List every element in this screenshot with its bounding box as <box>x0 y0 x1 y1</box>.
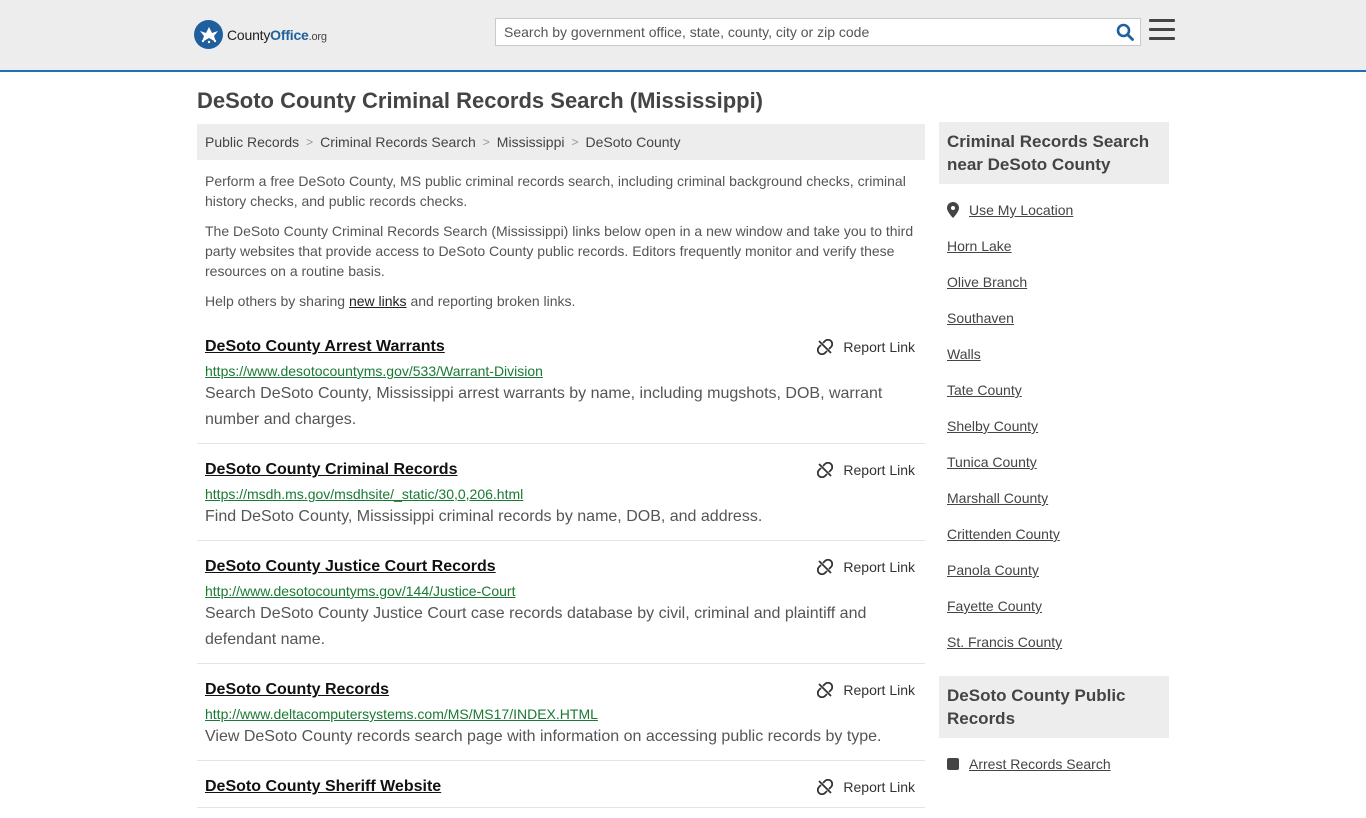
report-link-button[interactable]: Report Link <box>817 339 915 355</box>
arrest-records-search-link[interactable]: Arrest Records Search <box>969 756 1111 772</box>
use-my-location-link[interactable]: Use My Location <box>969 202 1073 218</box>
breadcrumb-public-records[interactable]: Public Records <box>205 134 299 150</box>
report-link-label: Report Link <box>843 682 915 698</box>
record-item: DeSoto County Justice Court Records Repo… <box>197 551 925 664</box>
nearby-list: Use My Location Horn Lake Olive Branch S… <box>939 184 1169 660</box>
intro-report-text: and reporting broken links. <box>406 293 576 309</box>
record-item: DeSoto County Arrest Warrants Report Lin… <box>197 331 925 444</box>
logo-text: CountyOffice.org <box>227 27 327 43</box>
broken-link-icon <box>817 682 834 698</box>
nearby-link-horn-lake[interactable]: Horn Lake <box>947 238 1012 254</box>
record-description: Search DeSoto County Justice Court case … <box>205 605 867 648</box>
nearby-item: Tunica County <box>947 444 1161 480</box>
logo-brand: Office <box>270 26 309 43</box>
nearby-item: Walls <box>947 336 1161 372</box>
breadcrumb-separator-icon: > <box>482 135 490 149</box>
nearby-link-southaven[interactable]: Southaven <box>947 310 1014 326</box>
record-title-link[interactable]: DeSoto County Arrest Warrants <box>205 337 445 357</box>
report-link-label: Report Link <box>843 559 915 575</box>
nearby-link-st-francis-county[interactable]: St. Francis County <box>947 634 1062 650</box>
nearby-link-tate-county[interactable]: Tate County <box>947 382 1022 398</box>
record-description: View DeSoto County records search page w… <box>205 728 882 745</box>
nearby-link-panola-county[interactable]: Panola County <box>947 562 1039 578</box>
site-logo[interactable]: CountyOffice.org <box>194 20 327 49</box>
record-url-link[interactable]: http://www.deltacomputersystems.com/MS/M… <box>205 705 917 723</box>
breadcrumb-desoto-county[interactable]: DeSoto County <box>586 134 681 150</box>
intro-share-text: Help others by sharing <box>205 293 349 309</box>
record-item: DeSoto County Records Report Link http:/… <box>197 674 925 761</box>
record-item: DeSoto County Sheriff Website Report Lin… <box>197 771 925 808</box>
nearby-item: Southaven <box>947 300 1161 336</box>
nearby-link-crittenden-county[interactable]: Crittenden County <box>947 526 1060 542</box>
report-link-button[interactable]: Report Link <box>817 779 915 795</box>
record-title-link[interactable]: DeSoto County Justice Court Records <box>205 557 496 577</box>
site-search <box>495 18 1141 46</box>
logo-prefix: County <box>227 26 271 43</box>
intro-paragraph-1: Perform a free DeSoto County, MS public … <box>205 173 906 209</box>
breadcrumb-separator-icon: > <box>306 135 314 149</box>
record-url-link[interactable]: https://msdh.ms.gov/msdhsite/_static/30,… <box>205 485 917 503</box>
county-office-logo-icon <box>194 20 223 49</box>
public-records-heading: DeSoto County Public Records <box>939 676 1169 738</box>
report-link-button[interactable]: Report Link <box>817 462 915 478</box>
intro-text: Perform a free DeSoto County, MS public … <box>197 171 925 311</box>
intro-paragraph-2: The DeSoto County Criminal Records Searc… <box>205 223 914 279</box>
record-title-link[interactable]: DeSoto County Sheriff Website <box>205 777 441 797</box>
nearby-item: Horn Lake <box>947 228 1161 264</box>
nearby-item: Tate County <box>947 372 1161 408</box>
public-records-item: Arrest Records Search <box>947 746 1161 782</box>
report-link-label: Report Link <box>843 462 915 478</box>
page-title: DeSoto County Criminal Records Search (M… <box>197 88 764 113</box>
search-button[interactable] <box>1110 19 1140 45</box>
report-link-label: Report Link <box>843 339 915 355</box>
breadcrumb-mississippi[interactable]: Mississippi <box>497 134 565 150</box>
record-title-link[interactable]: DeSoto County Criminal Records <box>205 460 457 480</box>
map-pin-icon <box>947 202 959 218</box>
broken-link-icon <box>817 462 834 478</box>
broken-link-icon <box>817 339 834 355</box>
nearby-heading: Criminal Records Search near DeSoto Coun… <box>939 122 1169 184</box>
nearby-item: Olive Branch <box>947 264 1161 300</box>
main-content: Public Records > Criminal Records Search… <box>197 124 925 818</box>
nearby-item: Crittenden County <box>947 516 1161 552</box>
hamburger-menu-icon[interactable] <box>1149 19 1175 43</box>
record-item: DeSoto County Criminal Records Report Li… <box>197 454 925 541</box>
nearby-link-olive-branch[interactable]: Olive Branch <box>947 274 1027 290</box>
report-link-button[interactable]: Report Link <box>817 559 915 575</box>
public-records-list: Arrest Records Search <box>939 738 1169 782</box>
search-input[interactable] <box>496 19 1110 45</box>
sidebar: Criminal Records Search near DeSoto Coun… <box>939 122 1169 782</box>
logo-suffix: .org <box>308 30 327 43</box>
site-header: CountyOffice.org <box>0 0 1366 72</box>
nearby-link-walls[interactable]: Walls <box>947 346 981 362</box>
nearby-link-tunica-county[interactable]: Tunica County <box>947 454 1037 470</box>
nearby-link-marshall-county[interactable]: Marshall County <box>947 490 1048 506</box>
records-list: DeSoto County Arrest Warrants Report Lin… <box>197 331 925 808</box>
search-icon <box>1116 23 1134 41</box>
record-url-link[interactable]: http://www.desotocountyms.gov/144/Justic… <box>205 582 917 600</box>
record-url-link[interactable]: https://www.desotocountyms.gov/533/Warra… <box>205 362 917 380</box>
broken-link-icon <box>817 559 834 575</box>
new-links-link[interactable]: new links <box>349 293 407 309</box>
breadcrumb-criminal-records-search[interactable]: Criminal Records Search <box>320 134 476 150</box>
breadcrumb-separator-icon: > <box>571 135 579 149</box>
record-description: Search DeSoto County, Mississippi arrest… <box>205 385 883 428</box>
use-location-item: Use My Location <box>947 192 1161 228</box>
nearby-item: Marshall County <box>947 480 1161 516</box>
broken-link-icon <box>817 779 834 795</box>
nearby-item: Fayette County <box>947 588 1161 624</box>
nearby-item: Panola County <box>947 552 1161 588</box>
report-link-label: Report Link <box>843 779 915 795</box>
record-title-link[interactable]: DeSoto County Records <box>205 680 389 700</box>
records-square-icon <box>947 758 959 770</box>
breadcrumb: Public Records > Criminal Records Search… <box>197 124 925 160</box>
nearby-link-fayette-county[interactable]: Fayette County <box>947 598 1042 614</box>
nearby-item: St. Francis County <box>947 624 1161 660</box>
intro-paragraph-3: Help others by sharing new links and rep… <box>205 291 917 311</box>
report-link-button[interactable]: Report Link <box>817 682 915 698</box>
nearby-item: Shelby County <box>947 408 1161 444</box>
record-description: Find DeSoto County, Mississippi criminal… <box>205 508 763 525</box>
nearby-link-shelby-county[interactable]: Shelby County <box>947 418 1038 434</box>
